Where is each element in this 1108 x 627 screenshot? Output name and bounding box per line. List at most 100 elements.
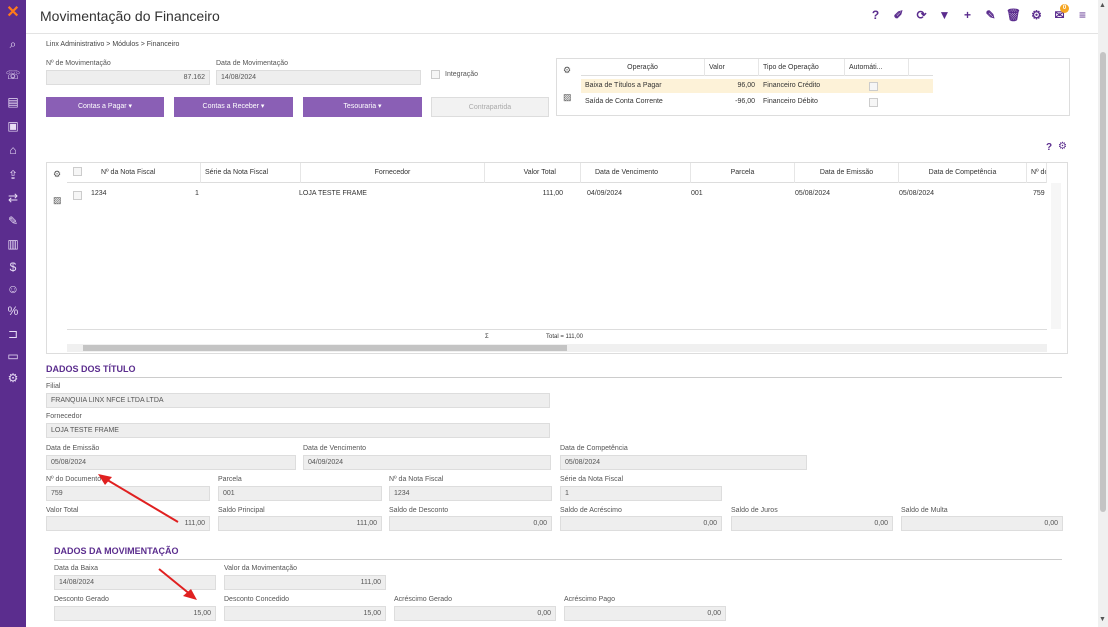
fornecedor-field[interactable]: LOJA TESTE FRAME — [46, 423, 550, 438]
cogs-icon[interactable]: ⚙ — [3, 370, 23, 386]
dollar-icon[interactable]: $ — [3, 259, 23, 275]
emissao-label: Data de Emissão — [46, 445, 100, 452]
filial-field[interactable]: FRANQUIA LINX NFCE LTDA LTDA — [46, 393, 550, 408]
valor-movimentacao-field[interactable]: 111,00 — [224, 575, 386, 590]
refresh-icon[interactable]: ⟳ — [910, 8, 933, 22]
emissao-field[interactable]: 05/08/2024 — [46, 455, 296, 470]
serie-field[interactable]: 1 — [560, 486, 722, 501]
tools-icon[interactable]: ✎ — [3, 213, 23, 229]
toolbar: ? ✐ ⟳ ▼ + ✎ 🗑 ⚙ ✉ 0 ≡ — [864, 4, 1094, 22]
header-automatico[interactable]: Automáti... — [845, 59, 909, 76]
grid-hscroll-thumb[interactable] — [83, 345, 567, 351]
header-valor[interactable]: Valor — [705, 59, 759, 76]
automatico-checkbox[interactable] — [869, 82, 878, 91]
filter-icon[interactable]: ▼ — [933, 8, 956, 22]
header-parcela[interactable]: Parcela — [691, 163, 795, 183]
list-icon[interactable]: ▤ — [3, 94, 23, 110]
nota-field[interactable]: 1234 — [389, 486, 552, 501]
scroll-up-icon[interactable]: ▲ — [1099, 2, 1106, 9]
header-emissao[interactable]: Data de Emissão — [795, 163, 899, 183]
table-row[interactable]: Saída de Conta Corrente -96,00 Financeir… — [581, 95, 933, 109]
saldo-desconto-field[interactable]: 0,00 — [389, 516, 552, 531]
date-label: Data de Movimentação — [216, 60, 288, 67]
grid-settings-icon[interactable]: ⚙ — [1058, 141, 1067, 152]
page-scroll-thumb[interactable] — [1100, 52, 1106, 512]
add-icon[interactable]: + — [956, 8, 979, 22]
grid-header: Nº da Nota Fiscal Série da Nota Fiscal F… — [67, 163, 1047, 183]
acrescimo-gerado-field[interactable]: 0,00 — [394, 606, 556, 621]
competencia-field[interactable]: 05/08/2024 — [560, 455, 807, 470]
parcela-field[interactable]: 001 — [218, 486, 382, 501]
page-scrollbar[interactable]: ▲ ▼ — [1098, 0, 1108, 627]
excel-icon[interactable]: ▨ — [563, 92, 572, 103]
page-title: Movimentação do Financeiro — [40, 8, 220, 24]
notifications-icon[interactable]: ✉ 0 — [1048, 4, 1071, 22]
search-icon[interactable]: ⌕ — [3, 36, 23, 52]
select-all-checkbox[interactable] — [73, 167, 82, 176]
desconto-gerado-field[interactable]: 15,00 — [54, 606, 216, 621]
contas-pagar-button[interactable]: Contas a Pagar ▾ — [46, 97, 164, 117]
settings-icon[interactable]: ⚙ — [1025, 8, 1048, 22]
transfer-icon[interactable]: ⇄ — [3, 190, 23, 206]
delete-icon[interactable]: 🗑 — [1002, 8, 1025, 22]
chart-icon[interactable]: ▥ — [3, 236, 23, 252]
table-row[interactable]: Baixa de Títulos a Pagar 96,00 Financeir… — [581, 79, 933, 93]
saldo-principal-field[interactable]: 111,00 — [218, 516, 382, 531]
contas-receber-button[interactable]: Contas a Receber ▾ — [174, 97, 293, 117]
row-checkbox[interactable] — [73, 191, 82, 200]
upload-icon[interactable]: ⇪ — [3, 167, 23, 183]
people-icon[interactable]: ☺ — [3, 281, 23, 297]
header-serie[interactable]: Série da Nota Fiscal — [201, 163, 301, 183]
sidebar: ✕ ⌕ ☏ ▤ ▣ ⌂ ⇪ ⇄ ✎ ▥ $ ☺ % ⊐ ▭ ⚙ — [0, 0, 26, 627]
integration-checkbox[interactable] — [431, 70, 440, 79]
scroll-down-icon[interactable]: ▼ — [1099, 616, 1106, 623]
vencimento-field[interactable]: 04/09/2024 — [303, 455, 551, 470]
vencimento-label: Data de Vencimento — [303, 445, 367, 452]
percent-icon[interactable]: % — [3, 303, 23, 319]
phone-icon[interactable]: ☏ — [3, 67, 23, 83]
breadcrumb[interactable]: Linx Administrativo > Módulos > Financei… — [46, 41, 179, 48]
box-icon[interactable]: ⌂ — [3, 142, 23, 158]
date-field[interactable]: 14/08/2024 — [216, 70, 421, 85]
header-fornecedor[interactable]: Fornecedor — [301, 163, 485, 183]
grid-excel-icon[interactable]: ▨ — [53, 195, 62, 206]
edit-icon[interactable]: ✎ — [979, 8, 1002, 22]
grid-help-icon[interactable]: ? — [1046, 142, 1052, 153]
saldo-desconto-label: Saldo de Desconto — [389, 507, 449, 514]
grid-vscrollbar[interactable] — [1051, 183, 1061, 329]
tag-icon[interactable]: ▣ — [3, 118, 23, 134]
eraser-icon[interactable]: ✐ — [887, 8, 910, 22]
automatico-checkbox[interactable] — [869, 98, 878, 107]
tesouraria-button[interactable]: Tesouraria ▾ — [303, 97, 422, 117]
acrescimo-pago-field[interactable]: 0,00 — [564, 606, 726, 621]
saldo-juros-field[interactable]: 0,00 — [731, 516, 893, 531]
contrapartida-button[interactable]: Contrapartida — [431, 97, 549, 117]
sum-icon: Σ — [485, 334, 489, 340]
doc-num-field[interactable]: 87.162 — [46, 70, 210, 85]
cogs-icon[interactable]: ⚙ — [563, 65, 571, 76]
header-tipo[interactable]: Tipo de Operação — [759, 59, 845, 76]
menu-icon[interactable]: ≡ — [1071, 8, 1094, 22]
baixa-label: Data da Baixa — [54, 565, 98, 572]
header-valor-total[interactable]: Valor Total — [485, 163, 581, 183]
header-operacao[interactable]: Operação — [581, 59, 705, 76]
saldo-multa-field[interactable]: 0,00 — [901, 516, 1063, 531]
header-vencimento[interactable]: Data de Vencimento — [581, 163, 691, 183]
linx-logo-icon[interactable]: ✕ — [4, 4, 22, 22]
header-documento[interactable]: Nº do — [1027, 163, 1047, 183]
header-nota[interactable]: Nº da Nota Fiscal — [97, 163, 201, 183]
desconto-concedido-field[interactable]: 15,00 — [224, 606, 386, 621]
nota-label: Nº da Nota Fiscal — [389, 476, 444, 483]
integration-label: Integração — [445, 71, 479, 78]
notification-badge: 0 — [1060, 4, 1069, 13]
header-competencia[interactable]: Data de Competência — [899, 163, 1027, 183]
annotation-arrow-desconto — [158, 568, 197, 600]
grid-hscrollbar[interactable] — [67, 344, 1047, 352]
grid-cogs-icon[interactable]: ⚙ — [53, 169, 61, 180]
serie-label: Série da Nota Fiscal — [560, 476, 624, 483]
screen-icon[interactable]: ▭ — [3, 348, 23, 364]
saldo-acrescimo-field[interactable]: 0,00 — [560, 516, 722, 531]
help-icon[interactable]: ? — [864, 8, 887, 22]
table-row[interactable]: 1234 1 LOJA TESTE FRAME 111,00 04/09/202… — [67, 187, 1047, 201]
cart-icon[interactable]: ⊐ — [3, 326, 23, 342]
